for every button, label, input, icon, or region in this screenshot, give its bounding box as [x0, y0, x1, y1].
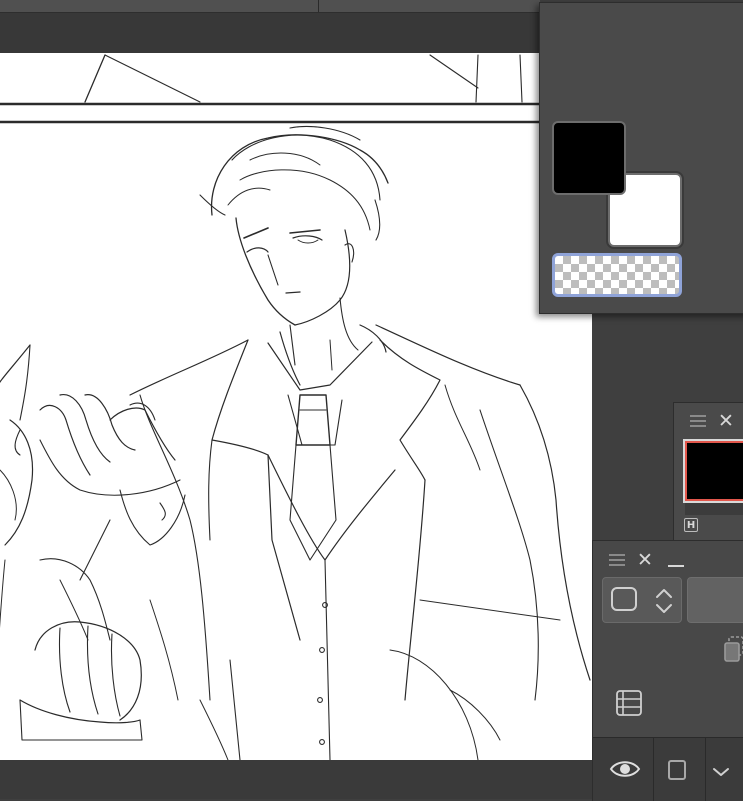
layer-panel: ✕ — [592, 540, 743, 801]
transparent-color-swatch[interactable] — [552, 253, 682, 297]
main-color-swatch[interactable] — [552, 121, 626, 195]
top-toolbar — [0, 0, 540, 13]
chevron-down-icon[interactable] — [711, 766, 731, 778]
eye-icon[interactable] — [609, 758, 641, 780]
history-color-swatch[interactable] — [683, 439, 743, 503]
hamburger-icon[interactable] — [609, 554, 625, 566]
close-icon[interactable]: ✕ — [637, 550, 653, 570]
status-bar — [0, 760, 600, 799]
layer-row[interactable] — [593, 737, 743, 801]
list-icon[interactable] — [615, 689, 643, 717]
hamburger-icon[interactable] — [690, 415, 706, 427]
sketch-artwork — [0, 54, 591, 760]
blend-mode-select[interactable] — [602, 577, 682, 623]
opacity-field[interactable] — [687, 577, 743, 623]
history-strip — [685, 503, 743, 515]
canvas-tab-bar — [0, 13, 540, 53]
copy-icon[interactable] — [723, 635, 743, 665]
history-badge[interactable]: H — [684, 518, 698, 532]
color-panel — [539, 2, 743, 314]
chevron-up-down-icon[interactable] — [653, 584, 675, 618]
square-icon[interactable] — [668, 760, 686, 780]
close-icon[interactable]: ✕ — [718, 411, 734, 431]
rounded-square-icon — [611, 587, 637, 611]
minimize-icon[interactable] — [668, 565, 684, 567]
panel-header: ✕ — [674, 403, 743, 437]
color-history-panel: ✕ H — [673, 402, 743, 542]
drawing-canvas[interactable] — [0, 53, 592, 760]
panel-header: ✕ — [593, 541, 743, 575]
